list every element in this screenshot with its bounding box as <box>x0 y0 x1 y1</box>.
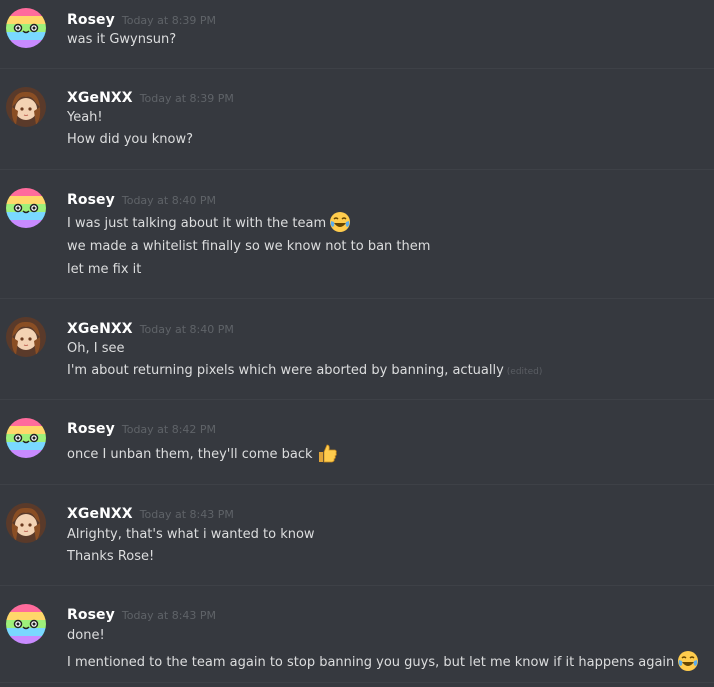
message-text: was it Gwynsun? <box>67 32 177 47</box>
anime-girl-icon <box>6 87 46 127</box>
avatar[interactable] <box>6 317 46 357</box>
message-divider <box>0 484 714 485</box>
joy-emoji-icon[interactable] <box>329 211 351 233</box>
avatar[interactable] <box>6 8 46 48</box>
author-name[interactable]: XGeNXX <box>67 506 133 522</box>
rainbow-slime-icon <box>6 8 46 48</box>
author-name[interactable]: Rosey <box>67 12 115 28</box>
message-divider <box>0 585 714 586</box>
message-text: I was just talking about it with the tea… <box>67 211 351 233</box>
anime-girl-icon <box>6 503 46 543</box>
message-text: let me fix it <box>67 262 142 277</box>
rainbow-slime-icon <box>6 604 46 644</box>
author-name[interactable]: XGeNXX <box>67 90 133 106</box>
message-text: done! <box>67 628 105 643</box>
message-text: Oh, I see <box>67 341 125 356</box>
timestamp: Today at 8:42 PM <box>121 423 217 436</box>
message-text: we made a whitelist finally so we know n… <box>67 239 431 254</box>
timestamp: Today at 8:40 PM <box>139 323 234 336</box>
avatar[interactable] <box>6 503 46 543</box>
message-divider <box>0 682 714 683</box>
author-name[interactable]: Rosey <box>67 607 115 623</box>
timestamp: Today at 8:43 PM <box>139 508 234 521</box>
timestamp: Today at 8:43 PM <box>121 609 217 622</box>
author-name[interactable]: XGeNXX <box>67 321 133 337</box>
timestamp: Today at 8:39 PM <box>121 14 217 27</box>
timestamp: Today at 8:39 PM <box>139 92 234 105</box>
author-name[interactable]: Rosey <box>67 421 115 437</box>
message-text: Yeah! <box>67 110 103 125</box>
rainbow-slime-icon <box>6 418 46 458</box>
message-divider <box>0 68 714 69</box>
rainbow-slime-icon <box>6 188 46 228</box>
joy-emoji-icon[interactable] <box>677 650 699 672</box>
message-text: Alrighty, that's what i wanted to know <box>67 527 315 542</box>
avatar[interactable] <box>6 604 46 644</box>
message-divider <box>0 298 714 299</box>
avatar[interactable] <box>6 418 46 458</box>
message-text: How did you know? <box>67 132 194 147</box>
message-text: I'm about returning pixels which were ab… <box>67 363 543 378</box>
message-divider <box>0 169 714 170</box>
anime-girl-icon <box>6 317 46 357</box>
message-text: Thanks Rose! <box>67 549 155 564</box>
author-name[interactable]: Rosey <box>67 192 115 208</box>
edited-label: (edited) <box>506 367 543 377</box>
message-text: once I unban them, they'll come back <box>67 442 338 464</box>
avatar[interactable] <box>6 188 46 228</box>
message-divider <box>0 399 714 400</box>
timestamp: Today at 8:40 PM <box>121 194 217 207</box>
avatar[interactable] <box>6 87 46 127</box>
thumbs-up-emoji-icon[interactable] <box>316 442 338 464</box>
chat-messages: Rosey Today at 8:39 PM was it Gwynsun? XG… <box>0 0 714 687</box>
message-text: I mentioned to the team again to stop ba… <box>67 650 699 672</box>
